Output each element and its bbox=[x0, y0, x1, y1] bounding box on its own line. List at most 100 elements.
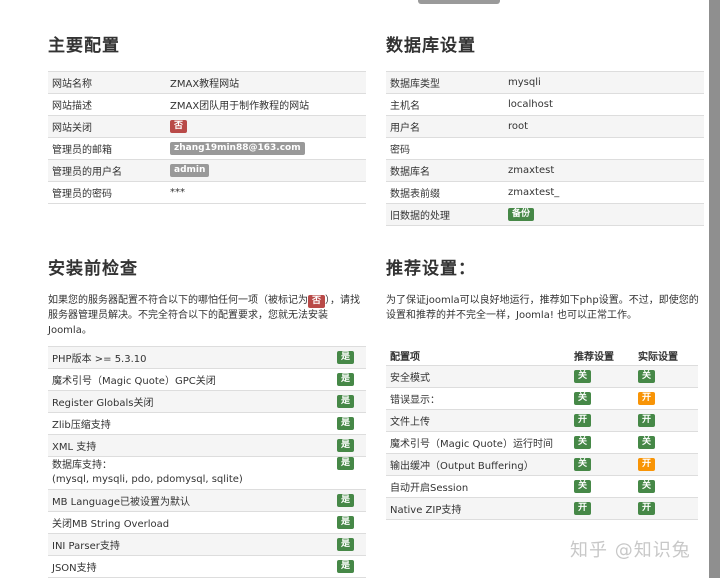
top-clipped-strip bbox=[0, 0, 720, 6]
main-config-label: 管理员的邮箱 bbox=[48, 137, 166, 160]
db-config-value-cell: zmaxtest bbox=[504, 159, 704, 182]
precheck-row: MB Language已被设置为默认 是 bbox=[48, 489, 366, 512]
precheck-label-cell: 数据库支持： (mysql, mysqli, pdo, pdomysql, sql… bbox=[48, 456, 310, 490]
precheck-label-cell: MB Language已被设置为默认 bbox=[48, 489, 310, 512]
db-config-value: root bbox=[508, 121, 529, 132]
precheck-label: JSON支持 bbox=[52, 563, 97, 574]
precheck-label-cell: Zlib压缩支持 bbox=[48, 412, 310, 435]
db-config-row: 数据库类型 mysqli bbox=[386, 71, 704, 94]
main-config-row: 管理员的邮箱 zhang19min88@163.com bbox=[48, 137, 366, 160]
db-config-value: localhost bbox=[508, 99, 553, 110]
db-config-value: zmaxtest_ bbox=[508, 187, 560, 198]
main-config-label: 网站描述 bbox=[48, 93, 166, 116]
main-config-value-cell: admin bbox=[166, 159, 366, 182]
recommended-label: 魔术引号（Magic Quote）运行时间 bbox=[386, 431, 570, 454]
db-config-label: 旧数据的处理 bbox=[386, 203, 504, 226]
main-config-value: *** bbox=[170, 187, 185, 198]
db-config-value: zmaxtest bbox=[508, 165, 555, 176]
precheck-label-cell: XML 支持 bbox=[48, 434, 310, 457]
precheck-badge-cell: 是 bbox=[310, 555, 366, 578]
precheck-label: 关闭MB String Overload bbox=[52, 519, 170, 530]
precheck-badge-cell: 是 bbox=[310, 368, 366, 391]
main-config-value-cell: ZMAX团队用于制作教程的网站 bbox=[166, 93, 366, 116]
precheck-yes-badge: 是 bbox=[336, 351, 354, 364]
recommended-label: 输出缓冲（Output Buffering） bbox=[386, 453, 570, 476]
main-config-badge: 否 bbox=[170, 120, 188, 133]
recommended-value-badge: 关 bbox=[574, 458, 592, 471]
precheck-yes-badge: 是 bbox=[336, 439, 354, 452]
actual-value-cell: 关 bbox=[634, 365, 698, 388]
main-config-badge: admin bbox=[170, 164, 210, 177]
precheck-label: MB Language已被设置为默认 bbox=[52, 497, 191, 508]
actual-value-cell: 关 bbox=[634, 475, 698, 498]
db-config-value: mysqli bbox=[508, 77, 541, 88]
recommended-header-row: 配置项 推荐设置 实际设置 bbox=[386, 345, 698, 366]
precheck-label-cell: JSON支持 bbox=[48, 555, 310, 578]
recommended-value-cell: 开 bbox=[570, 497, 634, 520]
db-config-label: 数据库类型 bbox=[386, 71, 504, 94]
db-config-row: 用户名 root bbox=[386, 115, 704, 138]
db-config-value-cell: zmaxtest_ bbox=[504, 181, 704, 204]
main-config-label: 网站名称 bbox=[48, 71, 166, 94]
precheck-row: 数据库支持： (mysql, mysqli, pdo, pdomysql, sql… bbox=[48, 456, 366, 490]
precheck-label: PHP版本 >= 5.3.10 bbox=[52, 354, 147, 365]
main-config-row: 管理员的用户名 admin bbox=[48, 159, 366, 182]
header-config-item: 配置项 bbox=[390, 351, 420, 363]
db-config-label: 用户名 bbox=[386, 115, 504, 138]
recommended-row: 错误显示： 关 开 bbox=[386, 387, 698, 410]
actual-value-badge: 关 bbox=[638, 480, 656, 493]
main-config-label: 网站关闭 bbox=[48, 115, 166, 138]
right-edge-bar bbox=[709, 0, 720, 578]
main-config-row: 网站名称 ZMAX教程网站 bbox=[48, 71, 366, 94]
db-config-label: 数据表前缀 bbox=[386, 181, 504, 204]
clipped-badge bbox=[418, 0, 500, 4]
precheck-yes-badge: 是 bbox=[336, 494, 354, 507]
recommended-value-cell: 开 bbox=[570, 409, 634, 432]
db-config-title: 数据库设置 bbox=[386, 36, 476, 56]
db-config-label: 主机名 bbox=[386, 93, 504, 116]
main-config-title: 主要配置 bbox=[48, 36, 120, 56]
precheck-row: PHP版本 >= 5.3.10 是 bbox=[48, 346, 366, 369]
db-config-value-cell bbox=[504, 137, 704, 160]
precheck-row: Register Globals关闭 是 bbox=[48, 390, 366, 413]
recommended-label: 安全模式 bbox=[386, 365, 570, 388]
precheck-label-cell: INI Parser支持 bbox=[48, 533, 310, 556]
main-config-value-cell: *** bbox=[166, 181, 366, 204]
header-recommended: 推荐设置 bbox=[574, 351, 614, 363]
precheck-badge-cell: 是 bbox=[310, 412, 366, 435]
precheck-yes-badge: 是 bbox=[336, 417, 354, 430]
precheck-label: 魔术引号（Magic Quote）GPC关闭 bbox=[52, 376, 216, 387]
actual-value-badge: 开 bbox=[638, 458, 656, 471]
db-config-row: 密码 bbox=[386, 137, 704, 160]
actual-value-badge: 开 bbox=[638, 414, 656, 427]
header-actual: 实际设置 bbox=[638, 351, 678, 363]
db-config-table: 数据库类型 mysqli 主机名 localhost 用户名 root 密码 数据库名 zmax… bbox=[386, 71, 704, 226]
precheck-row: Zlib压缩支持 是 bbox=[48, 412, 366, 435]
precheck-badge-cell: 是 bbox=[310, 434, 366, 457]
precheck-desc-part1: 如果您的服务器配置不符合以下的哪怕任何一项（被标记为 bbox=[48, 295, 308, 306]
recommended-row: 魔术引号（Magic Quote）运行时间关关 bbox=[386, 431, 698, 454]
main-config-value: ZMAX教程网站 bbox=[170, 79, 240, 90]
precheck-badge-cell: 是 bbox=[310, 533, 366, 556]
recommended-value-cell: 关 bbox=[570, 387, 634, 410]
recommended-value-cell: 关 bbox=[570, 475, 634, 498]
precheck-row: 魔术引号（Magic Quote）GPC关闭 是 bbox=[48, 368, 366, 391]
db-config-row: 旧数据的处理 备份 bbox=[386, 203, 704, 226]
precheck-row: 关闭MB String Overload 是 bbox=[48, 511, 366, 534]
precheck-label-detail: (mysql, mysqli, pdo, pdomysql, sqlite) bbox=[52, 474, 243, 485]
recommended-value-badge: 开 bbox=[574, 502, 592, 515]
recommended-row: 文件上传开开 bbox=[386, 409, 698, 432]
db-config-value-cell: localhost bbox=[504, 93, 704, 116]
db-config-row: 数据库名 zmaxtest bbox=[386, 159, 704, 182]
db-config-row: 数据表前缀 zmaxtest_ bbox=[386, 181, 704, 204]
precheck-label: INI Parser支持 bbox=[52, 541, 120, 552]
precheck-label-cell: PHP版本 >= 5.3.10 bbox=[48, 346, 310, 369]
main-config-value-cell: zhang19min88@163.com bbox=[166, 137, 366, 160]
main-config-table: 网站名称 ZMAX教程网站 网站描述 ZMAX团队用于制作教程的网站 网站关闭否管理员的… bbox=[48, 71, 366, 204]
db-config-row: 主机名 localhost bbox=[386, 93, 704, 116]
recommended-label: 文件上传 bbox=[386, 409, 570, 432]
recommended-value-cell: 关 bbox=[570, 453, 634, 476]
precheck-yes-badge: 是 bbox=[336, 373, 354, 386]
recommended-row: Native ZIP支持开开 bbox=[386, 497, 698, 520]
db-config-value-cell: root bbox=[504, 115, 704, 138]
